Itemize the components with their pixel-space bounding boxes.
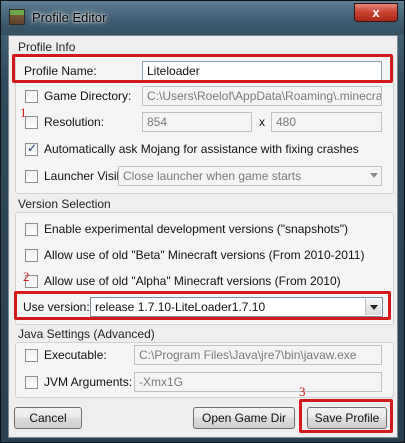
executable-label: Executable: [44, 348, 107, 362]
snapshots-label: Enable experimental development versions… [44, 222, 349, 236]
jvm-args-label: JVM Arguments: [44, 375, 133, 389]
resolution-label: Resolution: [44, 115, 105, 129]
alpha-label: Allow use of old "Alpha" Minecraft versi… [44, 274, 341, 288]
mojang-assist-row: Automatically ask Mojang for assistance … [16, 139, 393, 161]
executable-row: Executable: C:\Program Files\Java\jre7\b… [16, 345, 393, 367]
cancel-button[interactable]: Cancel [14, 407, 82, 429]
mojang-assist-label: Automatically ask Mojang for assistance … [44, 142, 359, 156]
launcher-visibility-row: Launcher Visibility: Close launcher when… [16, 166, 393, 188]
game-directory-input[interactable]: C:\Users\Roelof\AppData\Roaming\.minecra… [142, 86, 382, 106]
title-bar[interactable]: Profile Editor x [1, 1, 404, 35]
game-directory-checkbox[interactable] [25, 90, 38, 103]
open-game-dir-button[interactable]: Open Game Dir [193, 407, 295, 429]
game-directory-label: Game Directory: [44, 89, 132, 103]
jvm-args-input[interactable]: -Xmx1G [134, 372, 382, 392]
game-directory-row: Game Directory: C:\Users\Roelof\AppData\… [16, 86, 393, 108]
close-button[interactable]: x [354, 3, 398, 22]
java-settings-group: Executable: C:\Program Files\Java\jre7\b… [15, 342, 394, 398]
annotation-marker-2: 2 [23, 269, 30, 284]
java-settings-heading: Java Settings (Advanced) [18, 327, 155, 341]
highlight-box-use-version [14, 291, 391, 320]
window-title: Profile Editor [32, 10, 107, 25]
profile-editor-window: Profile Editor x Profile Info Profile Na… [0, 0, 405, 443]
minecraft-grass-block-icon [9, 9, 25, 25]
version-selection-heading: Version Selection [18, 197, 111, 211]
chevron-down-icon [370, 173, 378, 178]
resolution-width-input[interactable]: 854 [142, 112, 252, 132]
highlight-box-save-profile [299, 399, 393, 433]
executable-input[interactable]: C:\Program Files\Java\jre7\bin\javaw.exe [134, 345, 382, 365]
executable-checkbox[interactable] [25, 349, 38, 362]
alpha-row: Allow use of old "Alpha" Minecraft versi… [16, 271, 393, 293]
resolution-row: Resolution: 854 x 480 [16, 112, 393, 134]
highlight-box-profile-name [12, 54, 393, 83]
dialog-body: Profile Info Profile Name: Liteloader Ga… [8, 35, 398, 438]
resolution-separator: x [259, 115, 265, 129]
launcher-visibility-select[interactable]: Close launcher when game starts [118, 166, 382, 186]
resolution-checkbox[interactable] [25, 116, 38, 129]
snapshots-checkbox[interactable] [25, 223, 38, 236]
jvm-args-row: JVM Arguments: -Xmx1G [16, 372, 393, 394]
beta-label: Allow use of old "Beta" Minecraft versio… [44, 248, 365, 262]
resolution-height-input[interactable]: 480 [271, 112, 382, 132]
jvm-args-checkbox[interactable] [25, 376, 38, 389]
annotation-marker-3: 3 [299, 384, 306, 399]
mojang-assist-checkbox[interactable] [25, 141, 38, 156]
annotation-marker-1: 1 [20, 105, 27, 120]
launcher-visibility-checkbox[interactable] [25, 170, 38, 183]
beta-row: Allow use of old "Beta" Minecraft versio… [16, 245, 393, 267]
launcher-visibility-value: Close launcher when game starts [123, 169, 302, 183]
beta-checkbox[interactable] [25, 249, 38, 262]
profile-info-heading: Profile Info [18, 40, 76, 54]
snapshots-row: Enable experimental development versions… [16, 219, 393, 241]
